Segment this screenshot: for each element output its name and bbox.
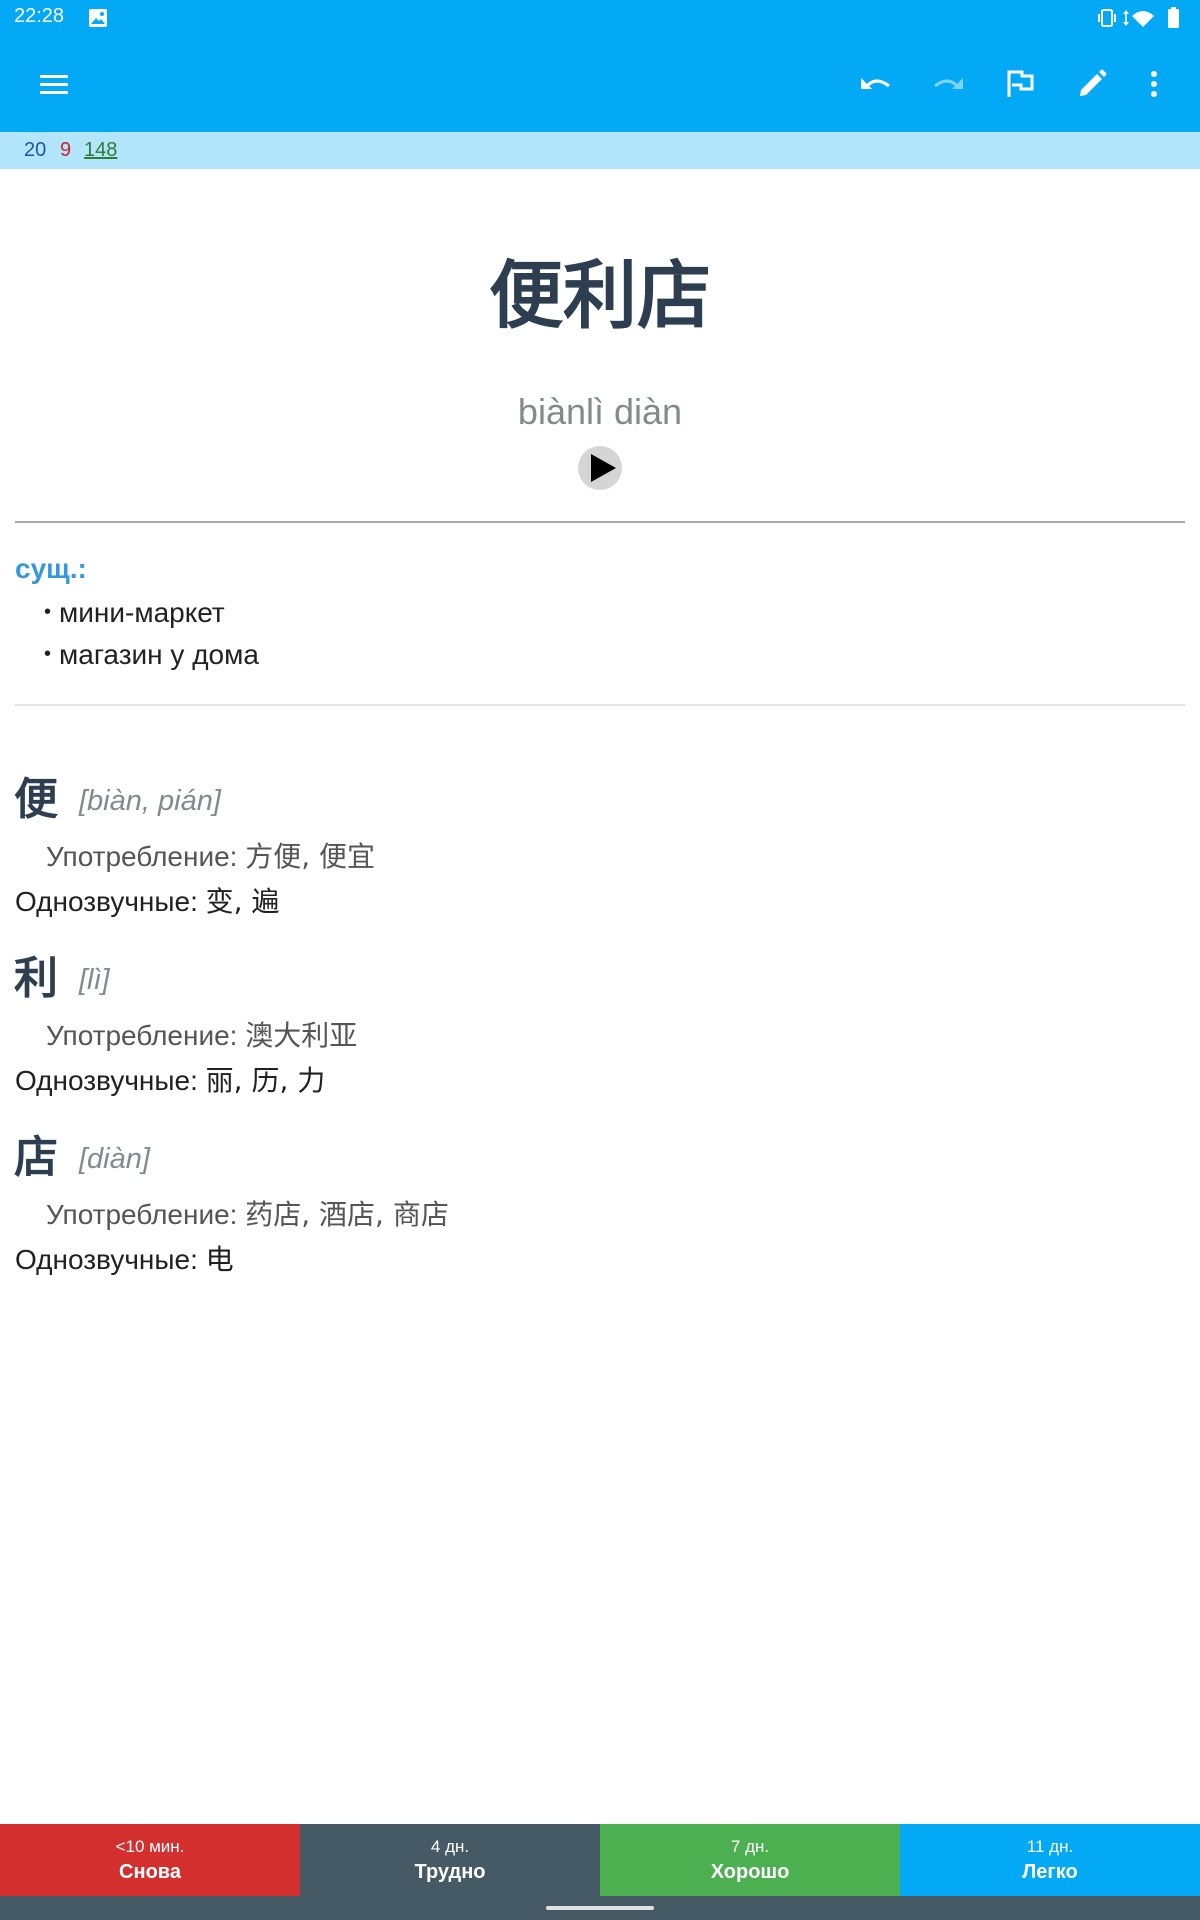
wifi-icon (1132, 11, 1154, 27)
definition-item: • магазин у дома (44, 639, 259, 670)
character-heading: 店 (14, 1132, 58, 1183)
menu-icon (40, 75, 68, 94)
again-button[interactable]: <10 мин. Снова (0, 1824, 300, 1896)
toolbar (0, 36, 1200, 132)
navigation-bar (0, 1896, 1200, 1920)
menu-button[interactable] (30, 60, 78, 108)
character-homophones: Однозвучные: 丽, 历, 力 (15, 1064, 326, 1097)
review-count: 148 (84, 139, 118, 161)
gesture-handle[interactable] (546, 1906, 654, 1910)
app-root: 22:28 20 9 148 便利店 biànlì diàn сущ.: • м… (0, 0, 1200, 1920)
vibrate-icon (1098, 9, 1116, 27)
part-of-speech: сущ.: (15, 553, 87, 584)
edit-icon (1080, 69, 1107, 96)
hard-interval: 4 дн. (430, 1837, 470, 1856)
data-arrows-icon (1123, 10, 1129, 26)
edit-button[interactable] (1068, 60, 1116, 108)
play-audio-button[interactable] (578, 446, 622, 490)
good-interval: 7 дн. (730, 1837, 770, 1856)
character-pinyin: [diàn] (79, 1143, 150, 1175)
easy-button[interactable]: 11 дн. Легко (900, 1824, 1200, 1896)
image-icon (88, 8, 108, 28)
due-counts: 20 9 148 (0, 132, 1200, 169)
battery-icon (1168, 7, 1179, 28)
overflow-icon (1151, 71, 1157, 97)
flag-button[interactable] (996, 60, 1044, 108)
hard-button[interactable]: 4 дн. Трудно (300, 1824, 600, 1896)
character-usage: Употребление: 药店, 酒店, 商店 (46, 1198, 449, 1231)
again-interval: <10 мин. (115, 1837, 185, 1856)
status-bar: 22:28 (0, 0, 1200, 36)
character-usage: Употребление: 澳大利亚 (46, 1019, 358, 1052)
divider (15, 521, 1185, 523)
undo-button[interactable] (852, 60, 900, 108)
status-icons (1098, 6, 1188, 30)
again-label: Снова (119, 1861, 181, 1883)
definition-item: • мини-маркет (44, 597, 225, 628)
answer-buttons: <10 мин. Снова 4 дн. Трудно 7 дн. Хорошо… (0, 1824, 1200, 1896)
character-pinyin: [biàn, pián] (79, 785, 221, 817)
good-button[interactable]: 7 дн. Хорошо (600, 1824, 900, 1896)
play-icon (591, 454, 616, 482)
new-count: 20 (24, 139, 47, 161)
easy-interval: 11 дн. (1026, 1837, 1074, 1856)
learning-count: 9 (60, 139, 72, 161)
redo-button[interactable] (924, 60, 972, 108)
overflow-menu-button[interactable] (1130, 60, 1178, 108)
character-usage: Употребление: 方便, 便宜 (46, 840, 376, 873)
card-word: 便利店 (489, 253, 711, 339)
divider (15, 704, 1185, 706)
undo-icon (861, 78, 890, 89)
hard-label: Трудно (414, 1861, 486, 1883)
easy-label: Легко (1022, 1861, 1078, 1883)
status-time: 22:28 (14, 5, 65, 27)
character-heading: 便 (14, 774, 58, 825)
character-heading: 利 (14, 953, 58, 1004)
good-label: Хорошо (710, 1861, 790, 1883)
redo-icon (934, 78, 963, 89)
card-pinyin: biànlì diàn (517, 391, 683, 432)
character-homophones: Однозвучные: 电 (15, 1243, 234, 1276)
character-homophones: Однозвучные: 变, 遍 (15, 885, 280, 918)
flag-icon (1007, 70, 1034, 97)
character-pinyin: [lì] (79, 964, 110, 996)
